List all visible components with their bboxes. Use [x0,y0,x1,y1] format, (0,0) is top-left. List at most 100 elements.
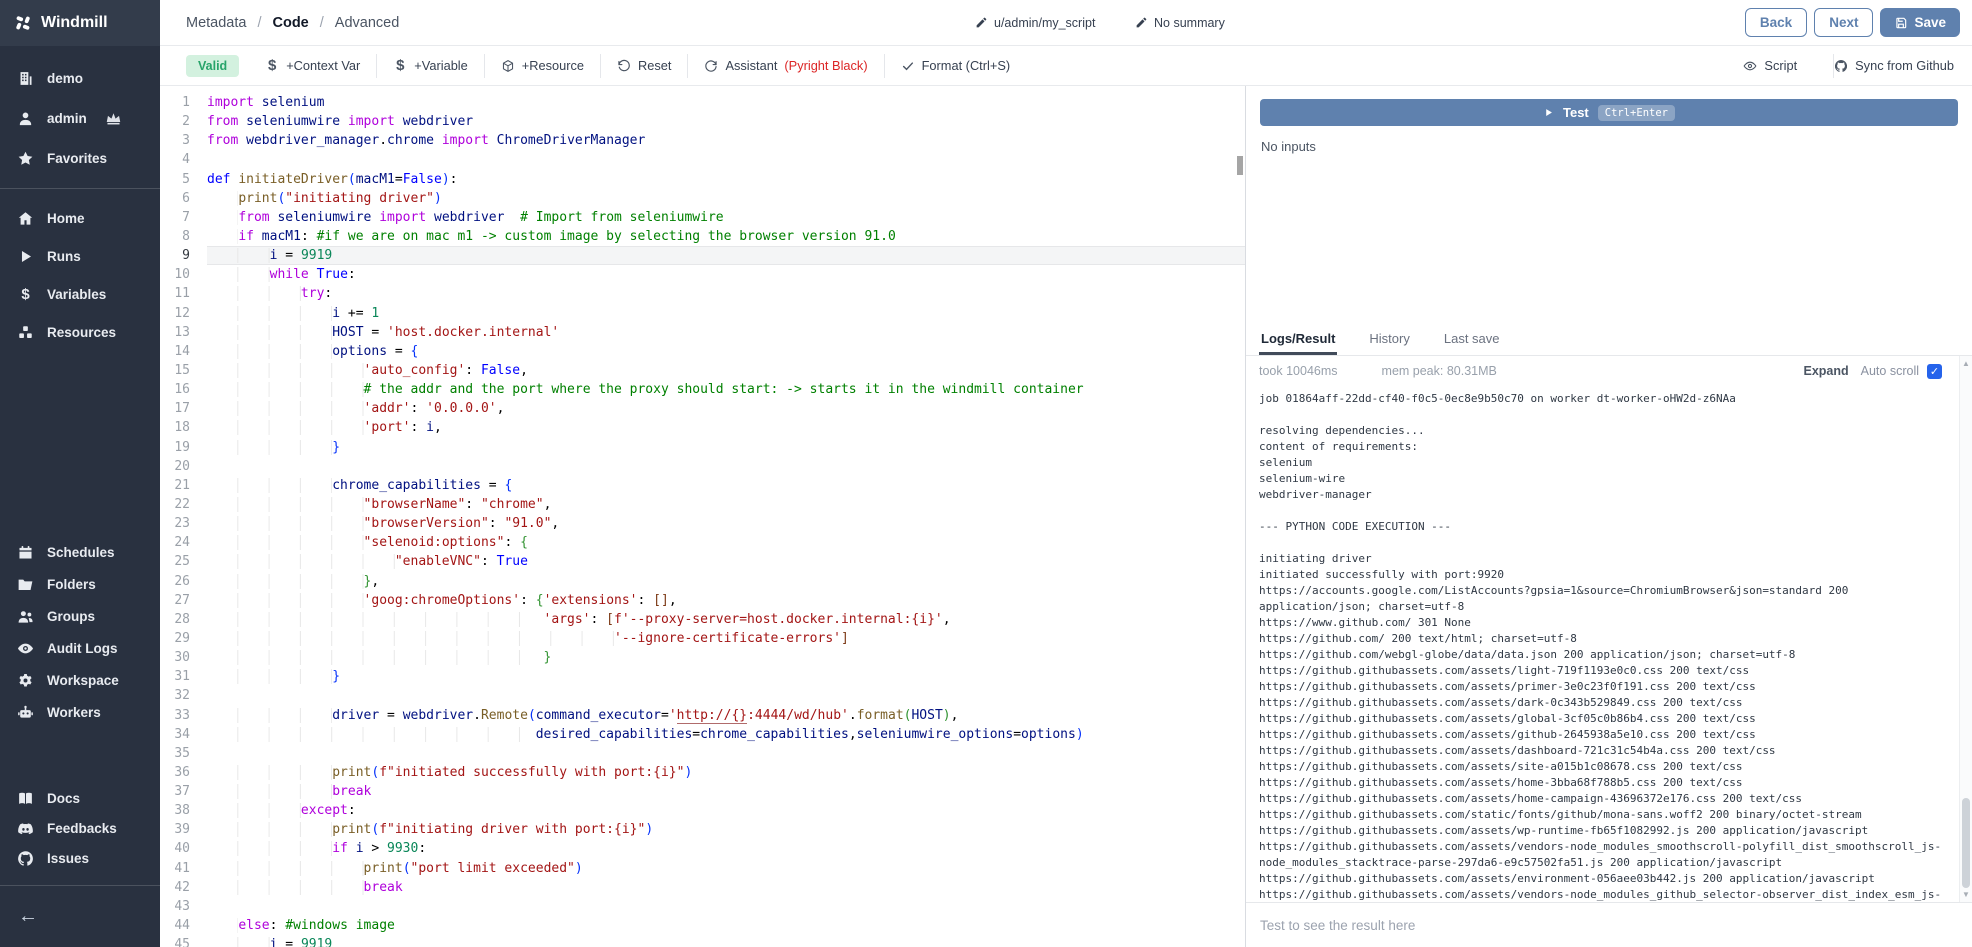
code-line[interactable]: 44 else: #windows image [160,916,1245,935]
windmill-logo[interactable]: Windmill [0,0,160,46]
sidebar-item-groups[interactable]: Groups [0,600,160,632]
code-line[interactable]: 7 from seleniumwire import webdriver # I… [160,208,1245,227]
code-line[interactable]: 38 except: [160,801,1245,820]
code-line[interactable]: 12 i += 1 [160,304,1245,323]
code-line[interactable]: 43 [160,897,1245,916]
sidebar-item-resources[interactable]: Resources [0,313,160,351]
line-number: 14 [160,342,207,361]
sidebar-item-workspace[interactable]: Workspace [0,664,160,696]
line-number: 17 [160,399,207,418]
code-line[interactable]: 36 print(f"initiated successfully with p… [160,763,1245,782]
code-line[interactable]: 13 HOST = 'host.docker.internal' [160,323,1245,342]
code-line[interactable]: 31 } [160,667,1245,686]
code-line[interactable]: 24 "selenoid:options": { [160,533,1245,552]
sidebar-item-demo[interactable]: demo [0,58,160,98]
sidebar-collapse-button[interactable]: ← [0,896,160,936]
variable-button[interactable]: $+Variable [376,54,483,78]
code-line[interactable]: 4 [160,150,1245,169]
code-line[interactable]: 28 'args': [f'--proxy-server=host.docker… [160,610,1245,629]
button-label: Format (Ctrl+S) [922,58,1011,73]
sidebar-item-variables[interactable]: $Variables [0,275,160,313]
code-line[interactable]: 32 [160,686,1245,705]
code-line[interactable]: 29 '--ignore-certificate-errors'] [160,629,1245,648]
code-line[interactable]: 33 driver = webdriver.Remote(command_exe… [160,706,1245,725]
code-line[interactable]: 30 } [160,648,1245,667]
code-line[interactable]: 40 if i > 9930: [160,839,1245,858]
context-var-button[interactable]: $+Context Var [249,54,376,78]
code-line[interactable]: 22 "browserName": "chrome", [160,495,1245,514]
sync-from-github-button[interactable]: Sync from Github [1833,54,1954,78]
expand-logs-button[interactable]: Expand [1803,364,1848,378]
code-line[interactable]: 37 break [160,782,1245,801]
code-line[interactable]: 39 print(f"initiating driver with port:{… [160,820,1245,839]
test-button[interactable]: Test Ctrl+Enter [1260,99,1958,126]
code-line[interactable]: 17 'addr': '0.0.0.0', [160,399,1245,418]
code-line[interactable]: 8 if macM1: #if we are on mac m1 -> cust… [160,227,1245,246]
line-number: 12 [160,304,207,323]
line-number: 32 [160,686,207,705]
code-line[interactable]: 15 'auto_config': False, [160,361,1245,380]
logs-scrollbar[interactable]: ▲ ▼ [1959,356,1972,902]
code-line[interactable]: 9 i = 9919 [160,246,1245,265]
tab-logs-result[interactable]: Logs/Result [1259,322,1337,355]
code-line[interactable]: 45 i = 9919 [160,935,1245,947]
code-line[interactable]: 1import selenium [160,93,1245,112]
next-button[interactable]: Next [1814,8,1873,37]
code-line[interactable]: 35 [160,744,1245,763]
sidebar-item-issues[interactable]: Issues [0,843,160,873]
line-number: 43 [160,897,207,916]
code-line[interactable]: 19 } [160,438,1245,457]
code-line[interactable]: 5def initiateDriver(macM1=False): [160,170,1245,189]
line-number: 18 [160,418,207,437]
tab-last-save[interactable]: Last save [1442,322,1502,355]
save-button[interactable]: Save [1880,8,1960,37]
code-line[interactable]: 10 while True: [160,265,1245,284]
code-line[interactable]: 18 'port': i, [160,418,1245,437]
reset-button[interactable]: Reset [600,54,687,78]
code-text: i = 9919 [207,246,1245,265]
code-line[interactable]: 2from seleniumwire import webdriver [160,112,1245,131]
line-number: 31 [160,667,207,686]
code-line[interactable]: 41 print("port limit exceeded") [160,859,1245,878]
code-line[interactable]: 34 desired_capabilities=chrome_capabilit… [160,725,1245,744]
script-summary[interactable]: No summary [1135,16,1225,30]
script-button[interactable]: Script [1743,54,1797,78]
code-line[interactable]: 26 }, [160,572,1245,591]
sidebar-item-favorites[interactable]: Favorites [0,138,160,178]
code-line[interactable]: 3from webdriver_manager.chrome import Ch… [160,131,1245,150]
code-line[interactable]: 25 "enableVNC": True [160,552,1245,571]
eye-icon [17,640,34,657]
code-line[interactable]: 6 print("initiating driver") [160,189,1245,208]
sidebar-item-audit-logs[interactable]: Audit Logs [0,632,160,664]
sidebar-item-schedules[interactable]: Schedules [0,536,160,568]
autoscroll-checkbox[interactable]: ✓ [1927,364,1942,379]
tab-history[interactable]: History [1367,322,1411,355]
code-text: while True: [207,265,1245,284]
code-line[interactable]: 11 try: [160,284,1245,303]
code-line[interactable]: 14 options = { [160,342,1245,361]
script-path[interactable]: u/admin/my_script [975,16,1095,30]
scrollbar-thumb[interactable] [1962,798,1970,888]
code-line[interactable]: 16 # the addr and the port where the pro… [160,380,1245,399]
code-text: driver = webdriver.Remote(command_execut… [207,706,1245,725]
tab-code[interactable]: Code [273,15,309,31]
code-line[interactable]: 20 [160,457,1245,476]
sidebar-item-workers[interactable]: Workers [0,696,160,728]
sidebar-item-runs[interactable]: Runs [0,237,160,275]
assistant-button[interactable]: Assistant(Pyright Black) [687,54,883,78]
sidebar-item-feedbacks[interactable]: Feedbacks [0,813,160,843]
tab-metadata[interactable]: Metadata [186,15,246,31]
code-editor[interactable]: 1import selenium2from seleniumwire impor… [160,86,1245,947]
tab-advanced[interactable]: Advanced [335,15,400,31]
back-button[interactable]: Back [1745,8,1807,37]
sidebar-item-docs[interactable]: Docs [0,783,160,813]
code-line[interactable]: 23 "browserVersion": "91.0", [160,514,1245,533]
resource-button[interactable]: +Resource [484,54,600,78]
sidebar-item-admin[interactable]: admin [0,98,160,138]
sidebar-item-folders[interactable]: Folders [0,568,160,600]
code-line[interactable]: 42 break [160,878,1245,897]
format-ctrl-s-button[interactable]: Format (Ctrl+S) [884,54,1027,78]
code-line[interactable]: 27 'goog:chromeOptions': {'extensions': … [160,591,1245,610]
sidebar-item-home[interactable]: Home [0,199,160,237]
code-line[interactable]: 21 chrome_capabilities = { [160,476,1245,495]
